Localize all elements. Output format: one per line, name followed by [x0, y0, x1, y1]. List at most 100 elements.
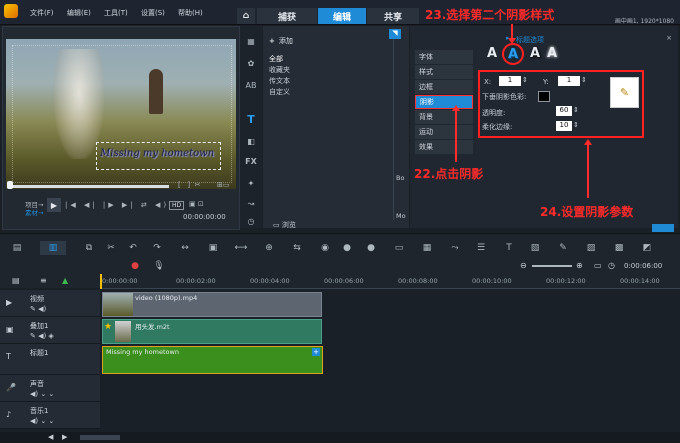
- zoom-slider[interactable]: [532, 265, 572, 267]
- mixer-icon[interactable]: ▩: [612, 241, 626, 255]
- hd-badge[interactable]: HD: [169, 201, 185, 210]
- fit-icon[interactable]: ▭: [594, 261, 602, 270]
- folder-item-text[interactable]: 传文本: [269, 76, 359, 87]
- tab-share[interactable]: 共享: [367, 8, 419, 24]
- grid-icon[interactable]: ▦: [420, 241, 434, 255]
- subtitle-icon[interactable]: ▭: [392, 241, 406, 255]
- transition-tool-icon[interactable]: ⤳: [448, 241, 462, 255]
- filter-icon[interactable]: FX: [244, 154, 258, 168]
- motion-icon[interactable]: ⊕: [262, 241, 276, 255]
- shadow-style-2[interactable]: A: [502, 43, 524, 65]
- zoom-in-icon[interactable]: ⊕: [576, 261, 583, 270]
- scrub-handle-icon[interactable]: [7, 181, 13, 189]
- graphic-icon[interactable]: ◧: [244, 134, 258, 148]
- scroll-right-icon[interactable]: ▶: [62, 433, 67, 441]
- timecode-display[interactable]: 00:00:00:00: [183, 213, 226, 221]
- preview-screen[interactable]: Missing my hometown: [6, 39, 236, 189]
- trim-icon[interactable]: ⟷: [234, 241, 248, 255]
- track-controls[interactable]: ◀) ⌄ ⌄: [30, 417, 54, 425]
- scroll-thumb[interactable]: [80, 435, 120, 440]
- paint-icon[interactable]: ☰: [474, 241, 488, 255]
- ripple-icon[interactable]: ▲: [62, 276, 68, 285]
- clock-icon[interactable]: ◷: [244, 214, 258, 228]
- undo-icon[interactable]: ↶: [126, 241, 140, 255]
- scroll-left-icon[interactable]: ◀: [48, 433, 53, 441]
- x-input[interactable]: 1: [499, 76, 521, 86]
- tab-font[interactable]: 字体: [415, 50, 473, 64]
- overlay-clip[interactable]: ★ 用头发.m2t: [102, 319, 322, 344]
- tab-motion[interactable]: 运动: [415, 125, 473, 139]
- title-clip-add-icon[interactable]: +: [312, 348, 320, 356]
- shadow-style-4[interactable]: A: [547, 46, 557, 61]
- track-manager-icon[interactable]: ▤: [12, 276, 20, 285]
- tab-capture[interactable]: 捕获: [257, 8, 317, 24]
- fit-project-icon[interactable]: ◷: [608, 261, 615, 270]
- trim-markers[interactable]: [ ] ✂: [178, 181, 200, 189]
- edit-tool-icon[interactable]: ✎: [556, 241, 570, 255]
- split-icon[interactable]: ↔: [178, 241, 192, 255]
- tab-edit[interactable]: 编辑: [318, 8, 366, 24]
- browse-button[interactable]: ▭ 浏览: [273, 220, 296, 230]
- title-clip[interactable]: Missing my hometown +: [102, 346, 323, 374]
- shadow-color-swatch[interactable]: [538, 91, 550, 102]
- options-close-button[interactable]: ×: [666, 34, 672, 42]
- title-icon[interactable]: T: [244, 112, 258, 126]
- play-button[interactable]: ▶: [47, 198, 61, 212]
- opacity-spinner-icon[interactable]: ⇕: [573, 106, 579, 114]
- track-controls[interactable]: ◀) ⌄ ⌄: [30, 390, 54, 398]
- menu-tools[interactable]: 工具(T): [104, 8, 128, 18]
- tab-effects[interactable]: 效果: [415, 140, 473, 154]
- timeline-view-icon[interactable]: ▥: [40, 241, 66, 255]
- audio-icon[interactable]: ●: [364, 241, 378, 255]
- x-spinner-icon[interactable]: ⇕: [522, 76, 528, 84]
- copy-icon[interactable]: ⧉: [82, 241, 96, 255]
- folder-item-all[interactable]: 全部: [269, 54, 359, 65]
- track-controls[interactable]: ✎ ◀) ◈: [30, 332, 54, 340]
- preview-view-icons[interactable]: ▣ ⊡: [189, 200, 204, 208]
- tab-shadow[interactable]: 阴影: [415, 95, 473, 109]
- menu-help[interactable]: 帮助(H): [178, 8, 203, 18]
- softness-input[interactable]: 10: [556, 121, 572, 131]
- media-icon[interactable]: ▦: [244, 34, 258, 48]
- opacity-input[interactable]: 60: [556, 106, 572, 116]
- menu-edit[interactable]: 编辑(E): [67, 8, 91, 18]
- folder-item-custom[interactable]: 自定义: [269, 87, 359, 98]
- cut-icon[interactable]: ✂: [104, 241, 118, 255]
- mosaic-icon[interactable]: ▧: [528, 241, 542, 255]
- tracking-icon[interactable]: ✦: [244, 176, 258, 190]
- transport-controls[interactable]: |◀ ◀| |▶ ▶| ⇄ ◀): [65, 201, 169, 209]
- add-folder-button[interactable]: + 添加: [269, 36, 293, 46]
- settings-tool-icon[interactable]: ◩: [640, 241, 654, 255]
- tab-home[interactable]: ⌂: [237, 8, 255, 24]
- instant-project-icon[interactable]: ✿: [244, 56, 258, 70]
- folder-item-favorites[interactable]: 收藏夹: [269, 65, 359, 76]
- video-clip[interactable]: video (1080p).mp4: [102, 292, 322, 317]
- pin-icon[interactable]: ◥: [389, 29, 401, 39]
- options-bottom-icons[interactable]: [652, 224, 674, 232]
- y-input[interactable]: 1: [558, 76, 580, 86]
- shadow-style-3[interactable]: A: [530, 46, 540, 61]
- mask-icon[interactable]: ◉: [318, 241, 332, 255]
- y-spinner-icon[interactable]: ⇕: [581, 76, 587, 84]
- voiceover-icon[interactable]: 🎙: [152, 259, 166, 273]
- menu-file[interactable]: 文件(F): [30, 8, 54, 18]
- export-icon[interactable]: ▨: [584, 241, 598, 255]
- speed-icon[interactable]: ⇆: [290, 241, 304, 255]
- color-icon[interactable]: ●: [340, 241, 354, 255]
- shadow-style-1[interactable]: A: [487, 46, 497, 61]
- track-controls[interactable]: ✎ ◀): [30, 305, 46, 313]
- record-icon[interactable]: ●: [128, 259, 142, 273]
- transition-icon[interactable]: AB: [244, 78, 258, 92]
- tab-border[interactable]: 边框: [415, 80, 473, 94]
- menu-settings[interactable]: 设置(S): [141, 8, 165, 18]
- zoom-out-icon[interactable]: ⊖: [520, 261, 527, 270]
- timeline-scrollbar[interactable]: ◀ ▶: [0, 432, 680, 443]
- path-icon[interactable]: ↝: [244, 196, 258, 210]
- text-tool-icon[interactable]: T: [502, 241, 516, 255]
- mode-clip-label[interactable]: 素材→: [25, 207, 43, 217]
- redo-icon[interactable]: ↷: [150, 241, 164, 255]
- softness-spinner-icon[interactable]: ⇕: [573, 121, 579, 129]
- scrub-bar[interactable]: [9, 185, 169, 188]
- tab-style[interactable]: 样式: [415, 65, 473, 79]
- zoom-icons[interactable]: ⊞▭: [217, 181, 229, 189]
